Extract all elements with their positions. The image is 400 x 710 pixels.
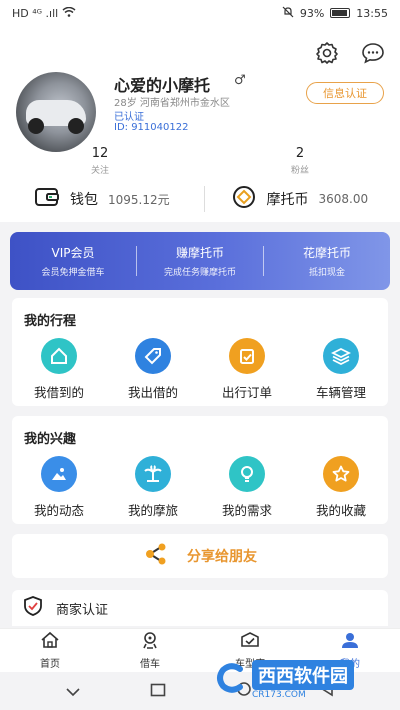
tab-home-label: 首页 [40,659,60,670]
watermark-text: 西西软件园 [252,660,354,690]
message-icon[interactable] [360,40,386,66]
followers-stat[interactable]: 2 粉丝 [270,146,330,176]
image-icon [41,456,77,492]
user-name: 心爱的小摩托 [114,76,211,95]
signal-icon: HD ⁴ᴳ .ıll [12,6,59,20]
wallet-value: 1095.12元 [108,192,170,207]
battery-icon [330,8,351,18]
watermark-c-icon [214,661,248,699]
share-button[interactable]: 分享给朋友 [12,534,388,578]
vip-subtitle: 会员免押金借车 [41,268,105,278]
favorites-label: 我的收藏 [315,503,366,518]
followers-label: 粉丝 [290,166,309,176]
mute-icon [282,6,294,21]
trips-title: 我的行程 [24,314,77,329]
verified-status: 已认证 [114,112,144,123]
wallet-icon [34,186,60,212]
battery-percent: 93% [299,6,325,20]
merchant-cert-label: 商家认证 [56,602,109,618]
back-icon[interactable] [65,682,81,701]
following-stat[interactable]: 12 关注 [70,146,130,176]
profile-header: 心爱的小摩托 ♂ 28岁 河南省郑州市金水区 已认证 ID: 911040122… [0,26,400,222]
shield-check-icon [22,595,44,621]
user-info: 28岁 河南省郑州市金水区 [114,98,230,109]
user-tab-icon [340,631,360,653]
share-label: 分享给朋友 [187,549,257,565]
posts-item[interactable]: 我的动态 [12,456,106,519]
info-cert-button[interactable]: 信息认证 [306,82,384,104]
merchant-cert-entry[interactable]: 商家认证 [12,590,388,626]
vip-banner: VIP会员 会员免押金借车 赚摩托币 完成任务赚摩托币 花摩托币 抵扣现金 [10,232,390,290]
interests-title: 我的兴趣 [24,432,77,447]
wallet-label: 钱包 [70,192,98,208]
coin-icon [231,185,257,213]
moto-travel-label: 我的摩旅 [127,503,178,518]
star-icon [323,456,359,492]
orders-label: 出行订单 [221,385,272,400]
tab-borrow-label: 借车 [140,659,160,670]
posts-label: 我的动态 [33,503,84,518]
needs-item[interactable]: 我的需求 [200,456,294,519]
home-icon [41,338,77,374]
spend-coin-subtitle: 抵扣现金 [308,268,345,278]
vip-title: VIP会员 [51,246,95,260]
avatar[interactable] [16,72,96,152]
following-count: 12 [91,146,109,161]
following-label: 关注 [90,166,109,176]
share-icon [143,542,169,570]
earn-coin-entry[interactable]: 赚摩托币 完成任务赚摩托币 [137,244,263,278]
watermark-subtext: CR173.COM [252,690,306,700]
clock: 13:55 [356,6,388,20]
tab-home[interactable]: 首页 [0,629,100,672]
palm-icon [135,456,171,492]
spend-coin-entry[interactable]: 花摩托币 抵扣现金 [264,244,390,278]
earn-coin-subtitle: 完成任务赚摩托币 [163,268,236,278]
needs-label: 我的需求 [221,503,272,518]
tag-icon [135,338,171,374]
lent-item[interactable]: 我出借的 [106,338,200,401]
bike-tab-icon [140,631,160,653]
coin-value: 3608.00 [318,192,369,206]
vehicle-mgmt-item[interactable]: 车辆管理 [294,338,388,401]
wallet-entry[interactable]: 钱包 1095.12元 [0,186,204,212]
vehicle-mgmt-label: 车辆管理 [315,385,366,400]
lent-label: 我出借的 [127,385,178,400]
status-bar: HD ⁴ᴳ .ıll 93% 13:55 [0,0,400,26]
earn-coin-title: 赚摩托币 [175,246,224,260]
followers-count: 2 [295,146,305,161]
coin-entry[interactable]: 摩托币 3608.00 [205,185,400,213]
watermark-logo: 西西软件园 CR173.COM [214,660,384,700]
trips-travel-item[interactable]: 我的摩旅 [106,456,200,519]
borrowed-label: 我借到的 [33,385,84,400]
order-icon [229,338,265,374]
spend-coin-title: 花摩托币 [302,246,351,260]
wifi-icon [62,6,76,20]
interests-card: 我的兴趣 我的动态 我的摩旅 我的需求 我的收藏 [12,416,388,524]
favorites-item[interactable]: 我的收藏 [294,456,388,519]
recents-icon[interactable] [150,682,166,701]
tab-borrow[interactable]: 借车 [100,629,200,672]
bulb-icon [229,456,265,492]
settings-icon[interactable] [314,40,340,66]
garage-tab-icon [240,631,260,653]
gender-male-icon: ♂ [234,73,246,88]
home-tab-icon [40,631,60,653]
borrowed-item[interactable]: 我借到的 [12,338,106,401]
layers-icon [323,338,359,374]
coin-label: 摩托币 [266,192,309,208]
vip-member-entry[interactable]: VIP会员 会员免押金借车 [10,244,136,278]
orders-item[interactable]: 出行订单 [200,338,294,401]
trips-card: 我的行程 我借到的 我出借的 出行订单 车辆管理 [12,298,388,406]
user-id: ID: 911040122 [114,122,189,133]
